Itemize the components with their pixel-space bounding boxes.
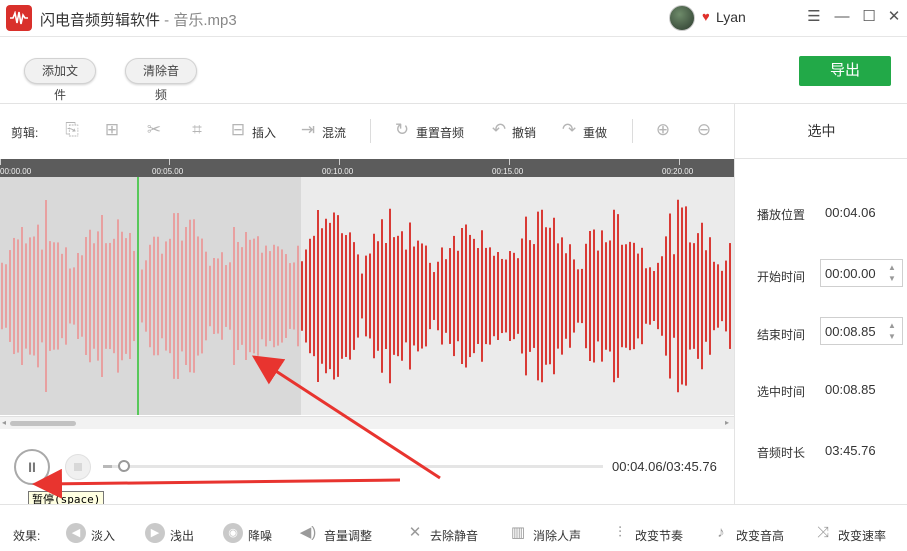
change-speed-icon[interactable]: ⤨ (813, 523, 833, 543)
fade-in-button[interactable]: 淡入 (91, 527, 115, 544)
spin-arrows-icon[interactable]: ▲ ▼ (886, 320, 898, 342)
insert-icon[interactable]: ⊟ (227, 119, 249, 141)
end-time-label: 结束时间 (757, 328, 806, 342)
volume-icon[interactable]: ◀) (298, 523, 318, 543)
scrollbar-thumb[interactable] (10, 421, 76, 426)
mix-button[interactable]: 混流 (322, 124, 346, 141)
waveform-logo-icon (6, 5, 32, 31)
volume-adjust-button[interactable]: 音量调整 (324, 527, 372, 544)
selection-panel: 选中 播放位置 00:04.06 开始时间 00:00.00 ▲ ▼ 结束时间 0… (734, 104, 907, 504)
time-readout: 00:04.06/03:45.76 (612, 459, 717, 474)
duration-label: 音频时长 (757, 446, 806, 460)
scroll-left-icon[interactable]: ◂ (2, 418, 6, 427)
toolbar-separator (632, 119, 633, 143)
selection-panel-title: 选中 (735, 104, 907, 159)
ruler-tick (0, 159, 1, 165)
remove-silence-button[interactable]: 去除静音 (430, 527, 478, 544)
selected-time-value: 00:08.85 (825, 382, 876, 397)
selected-time-label: 选中时间 (757, 385, 806, 399)
edit-label: 剪辑: (11, 126, 39, 140)
copy-icon[interactable]: ⎘ (61, 119, 83, 141)
noise-reduction-icon[interactable]: ◉ (223, 523, 243, 543)
playhead[interactable] (137, 177, 139, 415)
undo-button[interactable]: 撤销 (512, 124, 536, 141)
reset-audio-button[interactable]: 重置音频 (416, 124, 464, 141)
zoom-out-icon[interactable]: ⊖ (693, 119, 715, 141)
progress-knob[interactable] (118, 460, 130, 472)
username[interactable]: Lyan (716, 9, 746, 25)
close-icon[interactable]: ✕ (883, 6, 905, 28)
fade-out-icon[interactable]: ▶ (145, 523, 165, 543)
ruler-tick (339, 159, 340, 165)
playback-progress[interactable] (103, 460, 603, 472)
play-position-label: 播放位置 (757, 208, 806, 222)
start-time-value[interactable]: 00:00.00 (825, 266, 876, 281)
start-time-label: 开始时间 (757, 270, 806, 284)
undo-icon[interactable]: ↶ (488, 119, 510, 141)
noise-reduction-button[interactable]: 降噪 (248, 527, 272, 544)
waveform[interactable] (0, 177, 734, 415)
progress-fill (103, 465, 112, 468)
end-time-stepper[interactable]: 00:08.85 ▲ ▼ (820, 317, 903, 345)
app-name: 闪电音频剪辑软件 (40, 12, 161, 29)
spin-arrows-icon[interactable]: ▲ ▼ (886, 262, 898, 284)
annotation-arrow (32, 468, 401, 499)
add-file-button[interactable]: 添加文件 (24, 58, 96, 102)
crop-icon[interactable]: ⌗ (186, 119, 208, 141)
window-title: 闪电音频剪辑软件 - 音乐.mp3 (40, 9, 237, 30)
mix-icon[interactable]: ⇥ (297, 119, 319, 141)
remove-silence-icon[interactable]: ✕ (405, 523, 425, 543)
play-position-value: 00:04.06 (825, 205, 876, 220)
scissors-icon[interactable]: ✂ (143, 119, 165, 141)
change-speed-button[interactable]: 改变速率 (838, 527, 886, 544)
effects-label: 效果: (13, 529, 41, 543)
change-pitch-button[interactable]: 改变音高 (736, 527, 784, 544)
ruler-label: 00:05.00 (152, 167, 184, 176)
change-tempo-icon[interactable]: ⫶ (610, 523, 630, 543)
title-separator: - (160, 12, 174, 29)
timeline-ruler[interactable]: 00:00.00 00:05.00 00:10.00 00:15.00 00:2… (0, 159, 734, 177)
maximize-icon[interactable]: ☐ (858, 6, 880, 28)
ruler-tick (679, 159, 680, 165)
end-time-value[interactable]: 00:08.85 (825, 324, 876, 339)
ruler-tick (169, 159, 170, 165)
pause-button[interactable]: II (14, 449, 50, 485)
menu-icon[interactable]: ☰ (803, 6, 825, 28)
start-time-stepper[interactable]: 00:00.00 ▲ ▼ (820, 259, 903, 287)
redo-icon[interactable]: ↷ (558, 119, 580, 141)
ruler-tick (509, 159, 510, 165)
reset-icon[interactable]: ↻ (391, 119, 413, 141)
paste-icon[interactable]: ⊞ (101, 119, 123, 141)
horizontal-scrollbar[interactable]: ◂ ▸ (0, 416, 734, 429)
remove-vocals-icon[interactable]: ▥ (508, 523, 528, 543)
ruler-label: 00:10.00 (322, 167, 354, 176)
fade-out-button[interactable]: 浅出 (170, 527, 194, 544)
ruler-label: 00:20.00 (662, 167, 694, 176)
fade-in-icon[interactable]: ◀ (66, 523, 86, 543)
change-tempo-button[interactable]: 改变节奏 (635, 527, 683, 544)
minimize-icon[interactable]: — (831, 6, 853, 28)
remove-vocals-button[interactable]: 消除人声 (533, 527, 581, 544)
avatar[interactable] (669, 5, 695, 31)
pause-icon: II (28, 459, 36, 475)
export-button[interactable]: 导出 (799, 56, 891, 86)
redo-button[interactable]: 重做 (583, 124, 607, 141)
title-bar: 闪电音频剪辑软件 - 音乐.mp3 ♥ Lyan ☰ — ☐ ✕ (0, 0, 907, 37)
ruler-label: 00:00.00 (0, 167, 32, 176)
zoom-in-icon[interactable]: ⊕ (652, 119, 674, 141)
insert-button[interactable]: 插入 (252, 124, 276, 141)
scroll-right-icon[interactable]: ▸ (725, 418, 729, 427)
file-name: 音乐.mp3 (173, 12, 237, 29)
stop-button[interactable] (65, 454, 91, 480)
change-pitch-icon[interactable]: ♪ (711, 523, 731, 543)
effects-bar: 效果: ◀ 淡入 ▶ 浅出 ◉ 降噪 ◀) 音量调整 ✕ 去除静音 ▥ 消除人声… (0, 504, 907, 551)
ruler-label: 00:15.00 (492, 167, 524, 176)
duration-value: 03:45.76 (825, 443, 876, 458)
toolbar-separator (370, 119, 371, 143)
heart-icon: ♥ (702, 9, 710, 24)
clear-audio-button[interactable]: 清除音频 (125, 58, 197, 102)
